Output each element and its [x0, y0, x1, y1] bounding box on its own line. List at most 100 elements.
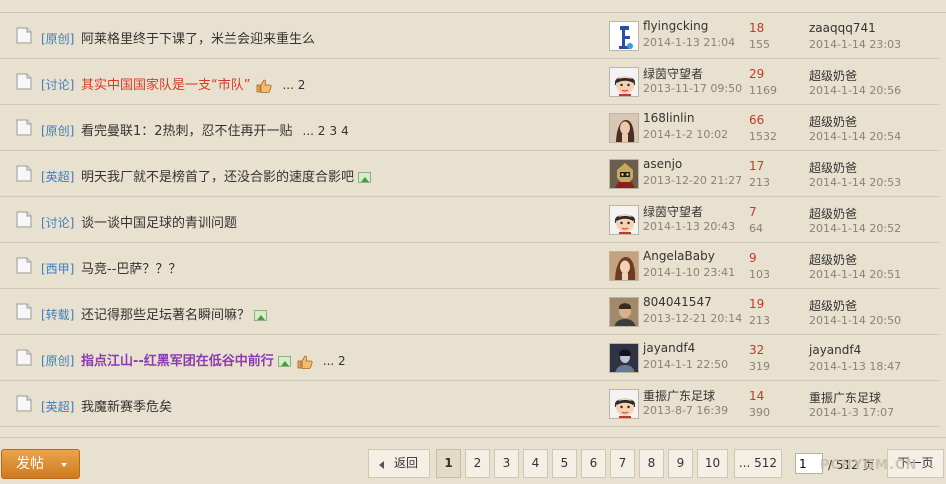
reply-count[interactable]: 29 [749, 67, 764, 81]
back-button[interactable]: 返回 [368, 449, 430, 478]
thread-category[interactable]: [转载] [41, 306, 74, 323]
last-reply-user[interactable]: jayandf4 [809, 343, 861, 357]
thread-page-link[interactable]: 4 [341, 124, 349, 138]
thread-row[interactable]: [西甲] 马竞--巴萨？？？ AngelaBaby 2014-1-10 23:41 9 1… [0, 243, 940, 289]
reply-count[interactable]: 18 [749, 21, 764, 35]
last-reply-user[interactable]: 超级奶爸 [809, 113, 857, 130]
thread-title-link[interactable]: 看完曼联1：2热刺，忍不住再开一贴 [81, 124, 293, 139]
last-reply-date[interactable]: 2014-1-13 18:47 [809, 360, 901, 373]
thread-page-link[interactable]: ... 2 [303, 124, 326, 138]
thread-title-link[interactable]: 我魔新赛季危矣 [81, 400, 172, 415]
avatar[interactable] [609, 251, 639, 281]
author-name[interactable]: 168linlin [643, 111, 694, 125]
author-name[interactable]: AngelaBaby [643, 249, 715, 263]
thread-page-link[interactable]: ... 2 [323, 354, 346, 368]
thread-title-link[interactable]: 谈一谈中国足球的青训问题 [81, 216, 237, 231]
document-icon [16, 73, 32, 90]
avatar[interactable] [609, 205, 639, 235]
page-link[interactable]: 9 [668, 449, 693, 478]
thread-page-link[interactable]: 3 [329, 124, 337, 138]
thread-title-link[interactable]: 还记得那些足坛著名瞬间嘛？ [81, 308, 250, 323]
reply-count[interactable]: 32 [749, 343, 764, 357]
avatar[interactable] [609, 67, 639, 97]
author-name[interactable]: asenjo [643, 157, 682, 171]
page-current[interactable]: 1 [436, 449, 461, 478]
watermark: PCHYGM.CN [820, 458, 918, 473]
document-icon [16, 119, 32, 136]
author-date: 2014-1-1 22:50 [643, 358, 729, 371]
last-reply-user[interactable]: 超级奶爸 [809, 297, 857, 314]
page-link[interactable]: 6 [581, 449, 606, 478]
thread-title-link[interactable]: 明天我厂就不是榜首了，还没合影的速度合影吧 [81, 170, 354, 185]
thread-category[interactable]: [英超] [41, 398, 74, 415]
avatar[interactable] [609, 21, 639, 51]
thread-page-link[interactable]: ... 2 [282, 78, 305, 92]
thread-title-link[interactable]: 马竞--巴萨？？？ [81, 262, 181, 277]
last-reply-date[interactable]: 2014-1-14 23:03 [809, 38, 901, 51]
reply-count[interactable]: 19 [749, 297, 764, 311]
new-post-button[interactable]: 发帖 [1, 449, 80, 479]
thread-category[interactable]: [讨论] [41, 76, 74, 93]
page-link[interactable]: 5 [552, 449, 577, 478]
thread-category[interactable]: [英超] [41, 168, 74, 185]
thread-title: 指点江山--红黑军团在低谷中前行 ... 2 [81, 350, 346, 369]
caret-down-icon[interactable] [61, 463, 67, 467]
thread-row[interactable]: [原创] 指点江山--红黑军团在低谷中前行 ... 2 jayandf4 2014-1-… [0, 335, 940, 381]
thread-row[interactable]: [英超] 明天我厂就不是榜首了，还没合影的速度合影吧 asenjo 2013-12-2… [0, 151, 940, 197]
author-name[interactable]: 绿茵守望者 [643, 65, 703, 82]
thread-row[interactable]: [讨论] 谈一谈中国足球的青训问题 绿茵守望者 2014-1-13 20:43 7 64 超… [0, 197, 940, 243]
author-name[interactable]: jayandf4 [643, 341, 695, 355]
author-name[interactable]: 重振广东足球 [643, 387, 715, 404]
last-reply-user[interactable]: zaaqqq741 [809, 21, 876, 35]
last-reply-date[interactable]: 2014-1-14 20:50 [809, 314, 901, 327]
reply-count[interactable]: 7 [749, 205, 757, 219]
last-reply-date[interactable]: 2014-1-14 20:56 [809, 84, 901, 97]
page-jump-input[interactable] [795, 453, 823, 474]
page-link[interactable]: 8 [639, 449, 664, 478]
thread-title-link[interactable]: 阿莱格里终于下课了，米兰会迎来重生么 [81, 32, 315, 47]
avatar[interactable] [609, 297, 639, 327]
last-reply-user[interactable]: 超级奶爸 [809, 205, 857, 222]
view-count: 103 [749, 268, 770, 281]
last-reply-date[interactable]: 2014-1-3 17:07 [809, 406, 894, 419]
thread-title-link[interactable]: 指点江山--红黑军团在低谷中前行 [81, 354, 274, 369]
last-reply-user[interactable]: 超级奶爸 [809, 159, 857, 176]
reply-count[interactable]: 14 [749, 389, 764, 403]
thread-row[interactable]: [英超] 我魔新赛季危矣 重振广东足球 2013-8-7 16:39 14 390 重振广东… [0, 381, 940, 427]
last-reply-date[interactable]: 2014-1-14 20:54 [809, 130, 901, 143]
reply-count[interactable]: 66 [749, 113, 764, 127]
page-link[interactable]: 2 [465, 449, 490, 478]
last-reply-user[interactable]: 重振广东足球 [809, 389, 881, 406]
page-link[interactable]: 10 [697, 449, 728, 478]
thread-category[interactable]: [原创] [41, 122, 74, 139]
page-link[interactable]: ... 512 [734, 449, 782, 478]
thread-category[interactable]: [原创] [41, 352, 74, 369]
page-link[interactable]: 4 [523, 449, 548, 478]
thread-row[interactable]: [原创] 阿莱格里终于下课了，米兰会迎来重生么 flyingcking 2014-1-… [0, 13, 940, 59]
thread-title-link[interactable]: 其实中国国家队是一支“市队” [81, 78, 250, 93]
avatar[interactable] [609, 343, 639, 373]
avatar[interactable] [609, 113, 639, 143]
thread-row[interactable]: [原创] 看完曼联1：2热刺，忍不住再开一贴 ... 2 3 4 168linlin 201… [0, 105, 940, 151]
last-reply-date[interactable]: 2014-1-14 20:51 [809, 268, 901, 281]
thread-category[interactable]: [西甲] [41, 260, 74, 277]
thread-category[interactable]: [讨论] [41, 214, 74, 231]
page-link[interactable]: 3 [494, 449, 519, 478]
last-reply-user[interactable]: 超级奶爸 [809, 251, 857, 268]
reply-count[interactable]: 17 [749, 159, 764, 173]
avatar[interactable] [609, 159, 639, 189]
last-reply-date[interactable]: 2014-1-14 20:53 [809, 176, 901, 189]
reply-count[interactable]: 9 [749, 251, 757, 265]
page-link[interactable]: 7 [610, 449, 635, 478]
author-name[interactable]: 804041547 [643, 295, 712, 309]
document-icon [16, 303, 32, 320]
thread-row[interactable]: [转载] 还记得那些足坛著名瞬间嘛？ 804041547 2013-12-21 20:… [0, 289, 940, 335]
avatar[interactable] [609, 389, 639, 419]
last-reply-date[interactable]: 2014-1-14 20:52 [809, 222, 901, 235]
thread-list-page: [原创] 阿莱格里终于下课了，米兰会迎来重生么 flyingcking 2014-1-… [0, 0, 946, 484]
thread-row[interactable]: [讨论] 其实中国国家队是一支“市队” ... 2 绿茵守望者 2013-11-17 0… [0, 59, 940, 105]
thread-category[interactable]: [原创] [41, 30, 74, 47]
author-name[interactable]: 绿茵守望者 [643, 203, 703, 220]
last-reply-user[interactable]: 超级奶爸 [809, 67, 857, 84]
author-name[interactable]: flyingcking [643, 19, 708, 33]
